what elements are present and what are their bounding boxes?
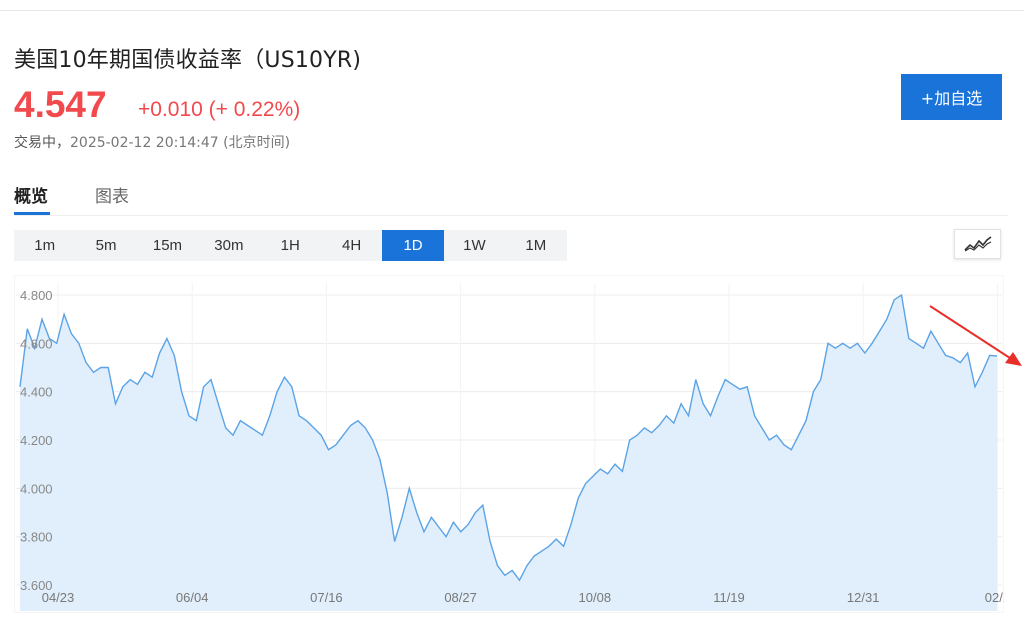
price-chart[interactable]: 4.800 4.600 4.400 4.200 4.000 3.800 3.600 04/23…: [13, 274, 1010, 614]
x-tick-label: 02/1: [985, 590, 1004, 605]
interval-30m-button[interactable]: 30m: [198, 230, 259, 261]
x-tick-label: 12/31: [847, 590, 880, 605]
x-tick-label: 04/23: [42, 590, 75, 605]
page-title: 美国10年期国债收益率（US10YR): [14, 48, 362, 73]
interval-1mo-button[interactable]: 1M: [505, 230, 566, 261]
x-tick-label: 08/27: [444, 590, 477, 605]
bottom-cut-text-1: [20, 624, 24, 640]
y-tick-label: 4.000: [20, 481, 53, 496]
x-tick-label: 10/08: [579, 590, 612, 605]
interval-1d-button[interactable]: 1D: [382, 230, 444, 261]
interval-selector: 1m 5m 15m 30m 1H 4H 1D 1W 1M: [14, 230, 567, 261]
top-divider: [0, 10, 1024, 11]
interval-5m-button[interactable]: 5m: [75, 230, 136, 261]
y-tick-label: 4.600: [20, 336, 53, 351]
price-change: +0.010 (+ 0.22%): [138, 98, 301, 121]
tab-chart[interactable]: 图表: [95, 182, 129, 207]
status-label: 交易中，: [14, 135, 70, 151]
chart-type-button[interactable]: [954, 229, 1001, 259]
y-tick-label: 4.200: [20, 433, 53, 448]
y-tick-label: 4.400: [20, 385, 53, 400]
interval-1w-button[interactable]: 1W: [444, 230, 505, 261]
trading-status: 交易中，2025-02-12 20:14:47 (北京时间): [14, 132, 290, 152]
interval-1m-button[interactable]: 1m: [14, 230, 75, 261]
interval-4h-button[interactable]: 4H: [321, 230, 382, 261]
x-tick-label: 06/04: [176, 590, 209, 605]
add-watchlist-button[interactable]: +加自选: [901, 74, 1002, 120]
interval-1h-button[interactable]: 1H: [260, 230, 321, 261]
y-tick-label: 3.800: [20, 530, 53, 545]
current-price: 4.547: [14, 84, 107, 125]
tab-overview[interactable]: 概览: [14, 182, 48, 207]
x-tick-label: 11/19: [713, 590, 745, 605]
price-chart-svg: 4.8004.6004.4004.2004.0003.8003.60004/23…: [13, 274, 1010, 614]
timestamp-label: 2025-02-12 20:14:47 (北京时间): [70, 135, 291, 151]
line-chart-icon: [963, 236, 991, 252]
x-tick-label: 07/16: [310, 590, 343, 605]
tab-divider: [14, 215, 1008, 216]
annotation-arrow: [929, 305, 1022, 366]
interval-15m-button[interactable]: 15m: [137, 230, 198, 261]
y-tick-label: 4.800: [20, 288, 53, 303]
